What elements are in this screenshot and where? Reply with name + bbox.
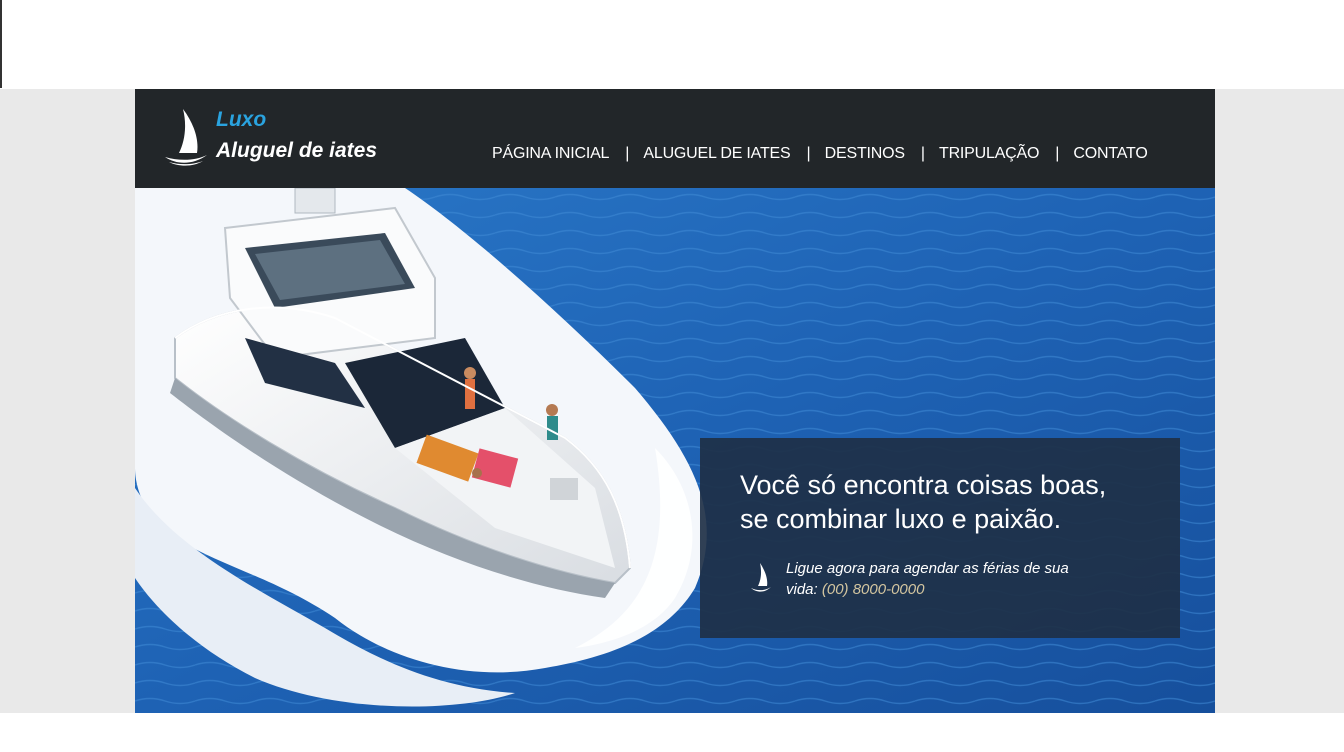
promo-headline-line1: Você só encontra coisas boas, [740,470,1107,500]
nav-separator: | [920,145,925,162]
top-blank-area [0,0,1344,89]
main-nav: PÁGINA INICIAL | ALUGUEL DE IATES | DEST… [492,143,1148,165]
promo-headline-line2: se combinar luxo e paixão. [740,504,1062,534]
promo-call-to-action: Ligue agora para agendar as férias de su… [786,558,1086,600]
window-edge-line [0,0,2,88]
sailboat-icon [165,109,207,166]
phone-number[interactable]: (00) 8000-0000 [822,581,925,598]
nav-separator: | [625,145,630,162]
nav-separator: | [806,145,811,162]
brand-logo[interactable]: Luxo Aluguel de iates [163,105,443,175]
brand-name-line1: Luxo [216,108,267,131]
nav-item-home[interactable]: PÁGINA INICIAL [492,145,609,163]
promo-box: Você só encontra coisas boas, se combina… [700,438,1180,638]
nav-separator: | [1055,145,1060,162]
brand-name-line2: Aluguel de iates [216,139,378,162]
promo-headline: Você só encontra coisas boas, se combina… [740,468,1160,536]
nav-item-contact[interactable]: CONTATO [1073,145,1147,163]
sailboat-icon [751,563,771,592]
nav-item-crew[interactable]: TRIPULAÇÃO [939,145,1039,163]
website: Luxo Aluguel de iates PÁGINA INICIAL | A… [135,89,1215,713]
bottom-blank-area [0,713,1344,752]
site-header: Luxo Aluguel de iates PÁGINA INICIAL | A… [135,89,1215,188]
nav-item-destinations[interactable]: DESTINOS [825,145,905,163]
nav-item-yacht-rental[interactable]: ALUGUEL DE IATES [643,145,790,163]
hero-banner: Você só encontra coisas boas, se combina… [135,188,1215,713]
